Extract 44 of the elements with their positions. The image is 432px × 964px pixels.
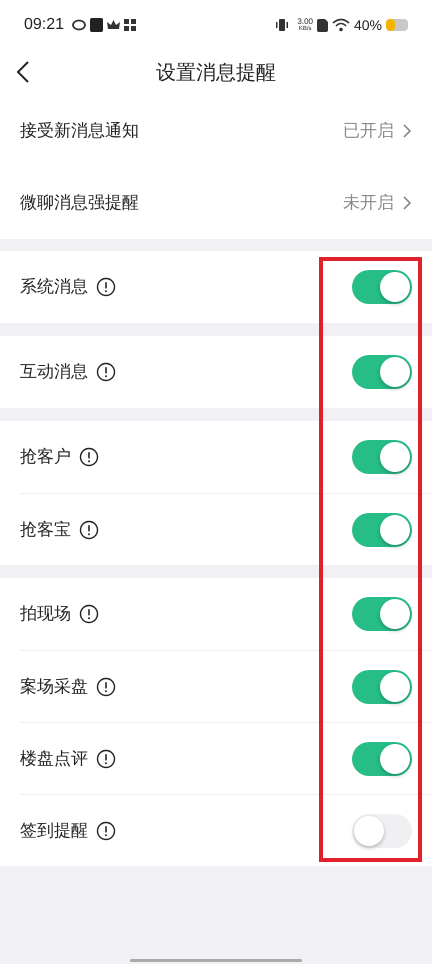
info-icon[interactable] <box>96 820 116 840</box>
toggle-switch[interactable] <box>352 440 412 474</box>
info-icon[interactable] <box>79 447 99 467</box>
info-icon[interactable] <box>96 676 116 696</box>
chevron-right-icon <box>402 195 412 211</box>
row-label: 微聊消息强提醒 <box>20 192 139 214</box>
app-square-icon <box>90 18 104 32</box>
ring-icon <box>72 19 86 31</box>
crown-icon <box>107 20 120 30</box>
vibrate-icon <box>275 18 290 32</box>
info-icon[interactable] <box>96 748 116 768</box>
info-icon[interactable] <box>96 362 116 382</box>
row-label: 接受新消息通知 <box>20 120 139 142</box>
toggle-switch[interactable] <box>352 670 412 704</box>
setting-label: 案场采盘 <box>20 676 88 698</box>
wifi-icon <box>332 18 350 32</box>
info-icon[interactable] <box>96 277 116 297</box>
back-icon[interactable] <box>16 60 30 84</box>
settings-row[interactable]: 接受新消息通知 已开启 <box>0 95 432 167</box>
toggle-switch[interactable] <box>352 742 412 776</box>
info-icon[interactable] <box>79 520 99 540</box>
toggle-switch[interactable] <box>352 355 412 389</box>
battery-icon <box>386 19 408 31</box>
setting-label: 签到提醒 <box>20 820 88 842</box>
settings-row[interactable]: 微聊消息强提醒 未开启 <box>0 167 432 239</box>
toggle-switch[interactable] <box>352 814 412 848</box>
setting-label: 拍现场 <box>20 603 71 626</box>
battery-percent: 40% <box>354 16 382 34</box>
row-status: 已开启 <box>343 120 394 142</box>
setting-label: 抢客户 <box>20 446 71 468</box>
chevron-right-icon <box>402 123 412 139</box>
row-status: 未开启 <box>343 192 394 214</box>
page-title: 设置消息提醒 <box>156 60 276 86</box>
sim-icon <box>316 18 328 32</box>
info-icon[interactable] <box>79 604 99 624</box>
toggle-switch[interactable] <box>352 597 412 631</box>
setting-label: 抢客宝 <box>20 518 71 541</box>
setting-label: 互动消息 <box>20 361 88 384</box>
network-speed: 3.00 <box>297 18 313 26</box>
setting-label: 楼盘点评 <box>20 748 88 770</box>
setting-label: 系统消息 <box>20 276 88 298</box>
toggle-switch[interactable] <box>352 270 412 304</box>
toggle-switch[interactable] <box>352 512 412 546</box>
status-time: 09:21 <box>24 15 64 35</box>
